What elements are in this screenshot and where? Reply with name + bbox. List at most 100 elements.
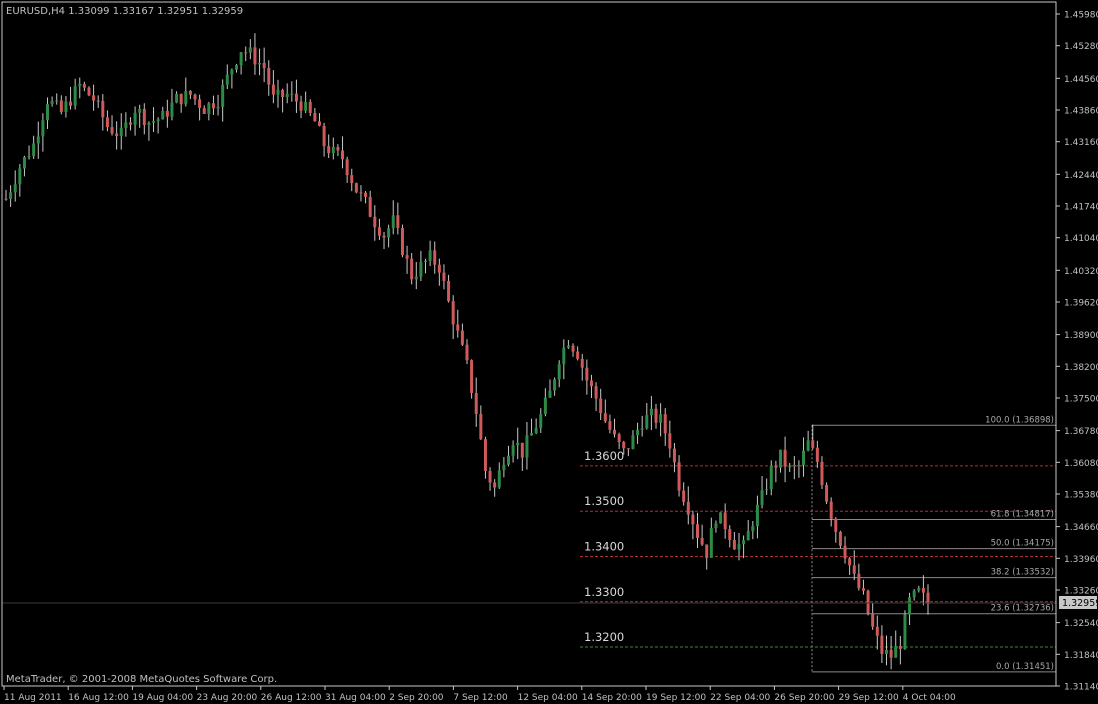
x-tick-label: 19 Aug 04:00 <box>132 693 193 703</box>
bull-candle-body <box>802 450 806 465</box>
bear-candle-body <box>594 386 598 399</box>
y-tick-label: 1.45280 <box>1064 42 1098 52</box>
bear-candle-body <box>705 544 709 558</box>
bear-candle-body <box>585 367 589 381</box>
bear-candle-body <box>101 100 105 118</box>
bull-candle-body <box>387 228 391 238</box>
bull-candle-body <box>41 120 45 137</box>
bear-candle-body <box>603 413 607 422</box>
bear-candle-body <box>613 429 617 435</box>
y-tick-label: 1.31840 <box>1064 651 1098 661</box>
bear-candle-body <box>580 358 584 368</box>
bull-candle-body <box>230 69 234 75</box>
bull-candle-body <box>419 262 423 277</box>
y-tick-label: 1.36080 <box>1064 459 1098 469</box>
x-tick-label: 4 Oct 04:00 <box>903 693 956 703</box>
bear-candle-body <box>589 380 593 387</box>
bear-candle-body <box>354 183 358 193</box>
bear-candle-body <box>520 442 524 458</box>
bear-candle-body <box>668 433 672 449</box>
bull-candle-body <box>506 455 510 465</box>
bull-candle-body <box>152 120 156 123</box>
bear-candle-body <box>211 103 215 109</box>
bull-candle-body <box>36 136 40 144</box>
bear-candle-body <box>396 215 400 228</box>
bull-candle-body <box>221 84 225 107</box>
copyright-footer: MetaTrader, © 2001-2008 MetaQuotes Softw… <box>6 674 277 685</box>
bear-candle-body <box>451 301 455 325</box>
bull-candle-body <box>742 540 746 545</box>
bear-candle-body <box>866 590 870 614</box>
fib-level-label: 50.0 (1.34175) <box>991 539 1054 549</box>
bear-candle-body <box>405 255 409 259</box>
bear-candle-body <box>852 565 856 574</box>
bull-candle-body <box>525 435 529 458</box>
bull-candle-body <box>156 119 160 121</box>
bear-candle-body <box>608 421 612 430</box>
y-tick-label: 1.40320 <box>1064 267 1098 277</box>
bear-candle-body <box>926 592 930 605</box>
bull-candle-body <box>239 52 243 65</box>
bull-candle-body <box>391 215 395 229</box>
bull-candle-body <box>304 101 308 111</box>
bull-candle-body <box>746 531 750 541</box>
bear-candle-body <box>474 393 478 415</box>
y-tick-label: 1.38900 <box>1064 331 1098 341</box>
fib-level-label: 0.0 (1.31451) <box>996 662 1054 672</box>
bear-candle-body <box>696 524 699 538</box>
y-tick-label: 1.33960 <box>1064 555 1098 565</box>
x-tick-label: 16 Aug 12:00 <box>68 693 129 703</box>
bear-candle-body <box>373 216 377 228</box>
bull-candle-body <box>225 74 229 85</box>
bull-candle-body <box>13 184 17 193</box>
bull-candle-body <box>645 415 649 429</box>
y-tick-label: 1.34660 <box>1064 523 1098 533</box>
bear-candle-body <box>871 613 875 627</box>
bull-candle-body <box>414 276 418 280</box>
fib-level-label: 23.6 (1.32736) <box>991 604 1054 614</box>
bull-candle-body <box>640 428 644 430</box>
bear-candle-body <box>364 192 368 197</box>
bear-candle-body <box>308 101 312 113</box>
price-chart[interactable]: 1.3600 1.3500 1.3400 1.3300 1.3200 100.0 (1.… <box>0 0 1098 704</box>
bull-candle-body <box>912 590 916 598</box>
bull-candle-body <box>276 89 280 95</box>
bull-candle-body <box>659 414 663 423</box>
bull-candle-body <box>258 62 262 65</box>
bear-candle-body <box>622 441 626 449</box>
bull-candle-body <box>55 100 59 102</box>
bull-candle-body <box>788 466 792 468</box>
bear-candle-body <box>898 646 902 649</box>
x-tick-label: 22 Sep 04:00 <box>710 693 770 703</box>
bull-candle-body <box>516 442 520 446</box>
bear-candle-body <box>723 512 727 530</box>
x-tick-label: 2 Sep 20:00 <box>389 693 444 703</box>
bear-candle-body <box>465 344 469 361</box>
bull-candle-body <box>548 390 552 398</box>
price-level-label: 1.3400 <box>584 539 624 553</box>
bear-candle-body <box>861 588 865 591</box>
bear-candle-body <box>447 280 451 302</box>
bear-candle-body <box>774 465 778 468</box>
bull-candle-body <box>78 83 82 87</box>
y-tick-label: 1.41040 <box>1064 234 1098 244</box>
bear-candle-body <box>483 439 487 472</box>
bull-candle-body <box>903 614 907 649</box>
bear-candle-body <box>382 235 386 238</box>
bear-candle-body <box>571 345 575 352</box>
bull-candle-body <box>530 433 534 436</box>
bear-candle-body <box>617 434 621 442</box>
y-tick-label: 1.36780 <box>1064 427 1098 437</box>
bear-candle-body <box>783 449 787 467</box>
bull-candle-body <box>917 587 921 591</box>
bull-candle-body <box>424 260 428 263</box>
bear-candle-body <box>142 108 146 126</box>
bull-candle-body <box>175 93 179 103</box>
bear-candle-body <box>410 258 414 280</box>
bull-candle-body <box>719 512 723 524</box>
bear-candle-body <box>493 482 497 488</box>
bull-candle-body <box>22 157 26 169</box>
bull-candle-body <box>553 379 557 391</box>
price-level-label: 1.3200 <box>584 630 624 644</box>
bull-candle-body <box>557 364 561 380</box>
